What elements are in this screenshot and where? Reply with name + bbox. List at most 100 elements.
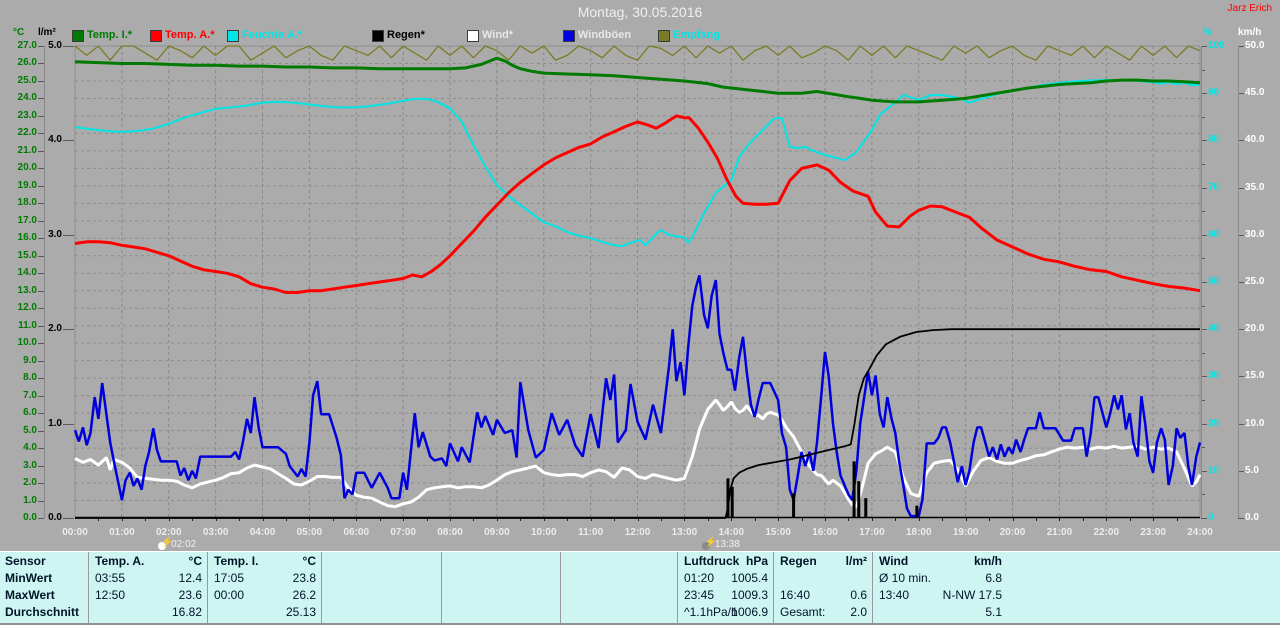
temp-axis-tick-label: 23.0 <box>11 111 37 121</box>
table-cell-value: 1005.4 <box>684 571 768 588</box>
x-axis-tick-label: 10:00 <box>524 527 564 538</box>
rain-axis-tick <box>63 329 74 330</box>
x-axis-minor-tick <box>1106 518 1107 521</box>
x-axis-tick-label: 03:00 <box>196 527 236 538</box>
x-axis-tick-label: 06:00 <box>336 527 376 538</box>
table-cell-value: 1006.9 <box>684 605 768 622</box>
temp-axis-line <box>44 46 45 518</box>
x-axis-minor-tick <box>848 518 849 521</box>
legend-swatch-wind-icon <box>467 30 479 42</box>
legend-swatch-temp-a-icon <box>150 30 162 42</box>
x-axis-minor-tick <box>1153 518 1154 521</box>
table-cell-value: 23.6 <box>95 588 202 605</box>
humidity-axis-tick-label: 10 <box>1208 466 1234 476</box>
temp-axis-unit-label: °C <box>13 27 24 38</box>
rain-axis-tick <box>63 424 74 425</box>
temp-axis-tick-label: 27.0 <box>11 41 37 51</box>
table-cell-value: 25.13 <box>214 605 316 622</box>
temp-axis-tick-label: 19.0 <box>11 181 37 191</box>
rain-axis-tick <box>63 140 74 141</box>
temp-axis-tick-label: 2.0 <box>11 478 37 488</box>
table-cell-value: 1009.3 <box>684 588 768 605</box>
humidity-axis-tick-label: 100 <box>1208 41 1234 51</box>
rain-axis-tick-label: 3.0 <box>36 230 62 240</box>
temp-axis-tick-label: 25.0 <box>11 76 37 86</box>
rain-axis-tick <box>63 518 74 519</box>
temp-axis-tick-label: 18.0 <box>11 198 37 208</box>
x-axis-tick-label: 21:00 <box>1039 527 1079 538</box>
humidity-axis-tick-label: 70 <box>1208 183 1234 193</box>
x-axis-tick-label: 20:00 <box>993 527 1033 538</box>
rain-axis-tick-label: 2.0 <box>36 324 62 334</box>
temp-axis-tick-label: 5.0 <box>11 426 37 436</box>
x-axis-tick-label: 05:00 <box>289 527 329 538</box>
temp-axis-tick-label: 14.0 <box>11 268 37 278</box>
x-axis-minor-tick <box>1130 518 1131 521</box>
temp-axis-tick-label: 17.0 <box>11 216 37 226</box>
x-axis-minor-tick <box>989 518 990 521</box>
temp-axis-tick-label: 1.0 <box>11 496 37 506</box>
wind-axis-tick-label: 30.0 <box>1245 230 1271 240</box>
table-cell-value: 16.82 <box>95 605 202 622</box>
table-column-separator <box>321 552 322 623</box>
temp-axis-tick-label: 7.0 <box>11 391 37 401</box>
sun-lightning-icon: ⚡ <box>158 539 171 551</box>
wind-axis-tick-label: 25.0 <box>1245 277 1271 287</box>
x-axis-tick-label: 23:00 <box>1133 527 1173 538</box>
table-row-label: Durchschnitt <box>5 605 85 622</box>
humidity-axis-tick <box>1201 518 1207 519</box>
humidity-axis-tick-label: 90 <box>1208 88 1234 98</box>
table-column-separator <box>773 552 774 623</box>
x-axis-minor-tick <box>1083 518 1084 521</box>
x-axis-tick-label: 04:00 <box>243 527 283 538</box>
table-cell-value: N-NW 17.5 <box>879 588 1002 605</box>
wind-axis-tick-label: 15.0 <box>1245 371 1271 381</box>
event-marker-time: 13:38 <box>715 539 740 550</box>
table-cell-value: 0.6 <box>780 588 867 605</box>
table-cell-value: 26.2 <box>214 588 316 605</box>
legend-swatch-regen-icon <box>372 30 384 42</box>
temp-axis-tick-label: 24.0 <box>11 93 37 103</box>
table-row-label: Sensor <box>5 554 85 571</box>
x-axis-tick-label: 17:00 <box>852 527 892 538</box>
temp-axis-tick-label: 15.0 <box>11 251 37 261</box>
temp-axis-tick-label: 12.0 <box>11 303 37 313</box>
legend-label-windboeen: Windböen <box>578 29 631 41</box>
x-axis-tick-label: 09:00 <box>477 527 517 538</box>
legend-label-feuchte-a: Feuchte A.* <box>242 29 302 41</box>
table-column-separator <box>441 552 442 623</box>
humidity-axis-tick-label: 80 <box>1208 135 1234 145</box>
x-axis-minor-tick <box>1036 518 1037 521</box>
humidity-axis-line <box>1201 46 1202 518</box>
x-axis-tick-label: 11:00 <box>571 527 611 538</box>
legend-label-temp-i: Temp. I.* <box>87 29 132 41</box>
x-axis-tick-label: 24:00 <box>1180 527 1220 538</box>
wind-axis-tick-label: 5.0 <box>1245 466 1271 476</box>
chart-plot-area[interactable] <box>75 46 1200 518</box>
temp-axis-tick-label: 9.0 <box>11 356 37 366</box>
temp-axis-tick-label: 13.0 <box>11 286 37 296</box>
rain-axis-unit-label: l/m² <box>38 27 56 38</box>
temp-axis-tick-label: 26.0 <box>11 58 37 68</box>
temp-axis-tick-label: 20.0 <box>11 163 37 173</box>
x-axis-minor-tick <box>802 518 803 521</box>
x-axis-tick-label: 15:00 <box>758 527 798 538</box>
legend-label-empfang: Empfang <box>673 29 720 41</box>
humidity-axis-tick-label: 20 <box>1208 419 1234 429</box>
x-axis-tick-label: 18:00 <box>899 527 939 538</box>
x-axis-tick-label: 00:00 <box>55 527 95 538</box>
rain-axis-tick <box>63 46 74 47</box>
table-col-unit: °C <box>214 554 316 571</box>
wind-axis-tick-label: 45.0 <box>1245 88 1271 98</box>
x-axis-minor-tick <box>919 518 920 521</box>
x-axis-tick-label: 19:00 <box>946 527 986 538</box>
rain-axis-tick <box>63 235 74 236</box>
rain-axis-tick-label: 0.0 <box>36 513 62 523</box>
legend-label-regen: Regen* <box>387 29 425 41</box>
table-column-separator <box>207 552 208 623</box>
temp-axis-tick-label: 0.0 <box>11 513 37 523</box>
wind-axis-unit-label: km/h <box>1238 27 1261 38</box>
event-marker-02-02: ⚡02:02 <box>158 539 196 551</box>
table-cell-value: 6.8 <box>879 571 1002 588</box>
wind-axis-tick-label: 0.0 <box>1245 513 1271 523</box>
